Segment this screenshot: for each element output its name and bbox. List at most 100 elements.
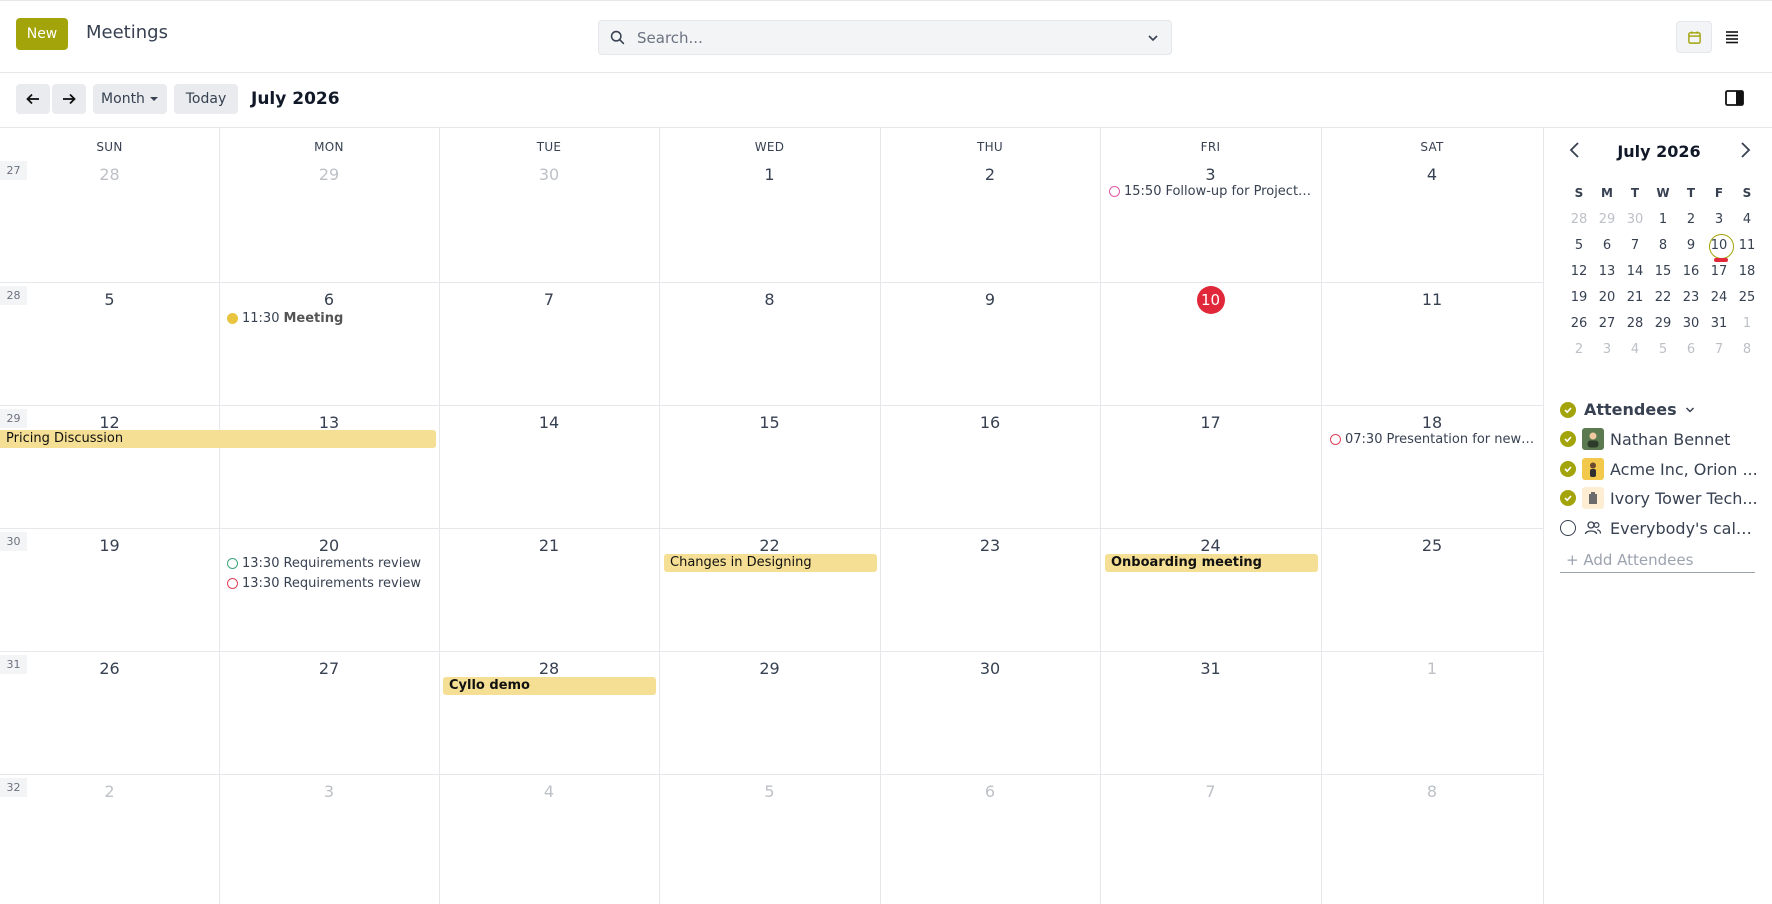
attendees-filter-header[interactable]: Attendees xyxy=(1560,400,1695,419)
mini-calendar-day[interactable]: 23 xyxy=(1677,290,1705,305)
day-number[interactable]: 1 xyxy=(1321,659,1543,678)
attendee-acme-inc[interactable]: Acme Inc, Orion ... xyxy=(1560,458,1760,480)
day-number[interactable]: 31 xyxy=(1100,659,1321,678)
day-number[interactable]: 5 xyxy=(659,782,880,801)
day-number[interactable]: 29 xyxy=(219,165,439,184)
mini-calendar-day[interactable]: 1 xyxy=(1649,212,1677,227)
day-number[interactable]: 22 xyxy=(659,536,880,555)
mini-calendar-day[interactable]: 3 xyxy=(1705,212,1733,227)
mini-calendar-day[interactable]: 22 xyxy=(1649,290,1677,305)
day-number[interactable]: 6 xyxy=(880,782,1100,801)
day-number[interactable]: 3 xyxy=(219,782,439,801)
calendar-view-button[interactable] xyxy=(1676,21,1712,53)
day-number[interactable]: 2 xyxy=(880,165,1100,184)
next-button[interactable] xyxy=(52,84,86,114)
mini-calendar-day[interactable]: 28 xyxy=(1565,212,1593,227)
mini-calendar-day[interactable]: 17 xyxy=(1705,264,1733,279)
mini-calendar-day[interactable]: 15 xyxy=(1649,264,1677,279)
mini-calendar-day[interactable]: 13 xyxy=(1593,264,1621,279)
day-number[interactable]: 24 xyxy=(1100,536,1321,555)
day-number[interactable]: 20 xyxy=(219,536,439,555)
mini-calendar-day[interactable]: 16 xyxy=(1677,264,1705,279)
day-number[interactable]: 28 xyxy=(439,659,659,678)
mini-calendar-prev-icon[interactable] xyxy=(1566,140,1584,160)
mini-calendar-day[interactable]: 14 xyxy=(1621,264,1649,279)
mini-calendar-day[interactable]: 27 xyxy=(1593,316,1621,331)
chevron-down-icon[interactable] xyxy=(1685,406,1695,414)
day-number[interactable]: 9 xyxy=(880,290,1100,309)
previous-button[interactable] xyxy=(16,84,50,114)
mini-calendar-day[interactable]: 29 xyxy=(1593,212,1621,227)
mini-calendar-day[interactable]: 26 xyxy=(1565,316,1593,331)
day-number[interactable]: 30 xyxy=(439,165,659,184)
search-input[interactable] xyxy=(637,21,1117,54)
day-number[interactable]: 21 xyxy=(439,536,659,555)
attendee-ivory-tower[interactable]: Ivory Tower Tech... xyxy=(1560,487,1760,509)
event-presentation[interactable]: 07:30 Presentation for new ... xyxy=(1330,432,1535,447)
check-icon[interactable] xyxy=(1560,461,1576,477)
day-number[interactable]: 17 xyxy=(1100,413,1321,432)
day-number[interactable]: 6 xyxy=(219,290,439,309)
mini-calendar-day[interactable]: 8 xyxy=(1733,342,1761,357)
day-number[interactable]: 4 xyxy=(439,782,659,801)
mini-calendar-day[interactable]: 12 xyxy=(1565,264,1593,279)
unchecked-circle-icon[interactable] xyxy=(1560,520,1576,536)
mini-calendar-day[interactable]: 3 xyxy=(1593,342,1621,357)
mini-calendar-day[interactable]: 2 xyxy=(1565,342,1593,357)
mini-calendar-day[interactable]: 6 xyxy=(1677,342,1705,357)
event-pricing-discussion[interactable]: Pricing Discussion xyxy=(0,430,436,448)
mini-calendar-day[interactable]: 4 xyxy=(1621,342,1649,357)
mini-calendar-day[interactable]: 30 xyxy=(1677,316,1705,331)
mini-calendar-day[interactable]: 7 xyxy=(1705,342,1733,357)
mini-calendar-day[interactable]: 4 xyxy=(1733,212,1761,227)
day-number[interactable]: 1 xyxy=(659,165,880,184)
mini-calendar-day[interactable]: 25 xyxy=(1733,290,1761,305)
mini-calendar-day[interactable]: 29 xyxy=(1649,316,1677,331)
event-requirements-review[interactable]: 13:30 Requirements review xyxy=(227,556,427,571)
event-meeting[interactable]: 11:30 Meeting xyxy=(227,311,427,326)
event-changes-in-designing[interactable]: Changes in Designing xyxy=(664,554,877,572)
today-button[interactable]: Today xyxy=(174,84,238,114)
mini-calendar-day[interactable]: 28 xyxy=(1621,316,1649,331)
list-view-button[interactable] xyxy=(1714,21,1750,53)
day-number[interactable]: 15 xyxy=(659,413,880,432)
mini-calendar-day[interactable]: 7 xyxy=(1621,238,1649,253)
event-cyllo-demo[interactable]: Cyllo demo xyxy=(443,677,656,695)
mini-calendar-next-icon[interactable] xyxy=(1736,140,1754,160)
day-number[interactable]: 30 xyxy=(880,659,1100,678)
mini-calendar-day[interactable]: 5 xyxy=(1649,342,1677,357)
day-number[interactable]: 11 xyxy=(1321,290,1543,309)
mini-calendar-day[interactable]: 9 xyxy=(1677,238,1705,253)
day-number[interactable]: 25 xyxy=(1321,536,1543,555)
day-number[interactable]: 7 xyxy=(439,290,659,309)
mini-calendar-day[interactable]: 2 xyxy=(1677,212,1705,227)
toggle-sidebar-icon[interactable] xyxy=(1724,88,1746,108)
search-bar[interactable] xyxy=(598,20,1172,55)
new-button[interactable]: New xyxy=(16,18,68,50)
check-icon[interactable] xyxy=(1560,401,1576,418)
mini-calendar-day[interactable]: 6 xyxy=(1593,238,1621,253)
day-number[interactable]: 19 xyxy=(0,536,219,555)
day-number[interactable]: 23 xyxy=(880,536,1100,555)
day-number[interactable]: 7 xyxy=(1100,782,1321,801)
mini-calendar-day[interactable]: 18 xyxy=(1733,264,1761,279)
chevron-down-icon[interactable] xyxy=(1147,33,1159,43)
event-follow-up[interactable]: 15:50 Follow-up for Project p... xyxy=(1109,184,1314,199)
day-number[interactable]: 16 xyxy=(880,413,1100,432)
mini-calendar-day[interactable]: 21 xyxy=(1621,290,1649,305)
mini-calendar-day[interactable]: 19 xyxy=(1565,290,1593,305)
day-number[interactable]: 14 xyxy=(439,413,659,432)
mini-calendar-day[interactable]: 11 xyxy=(1733,238,1761,253)
day-number[interactable]: 18 xyxy=(1321,413,1543,432)
event-requirements-review[interactable]: 13:30 Requirements review xyxy=(227,576,427,591)
check-icon[interactable] xyxy=(1560,490,1576,506)
scale-dropdown[interactable]: Month xyxy=(93,84,167,114)
mini-calendar-day[interactable]: 5 xyxy=(1565,238,1593,253)
day-number[interactable]: 2 xyxy=(0,782,219,801)
mini-calendar-day[interactable]: 1 xyxy=(1733,316,1761,331)
mini-calendar-day[interactable]: 24 xyxy=(1705,290,1733,305)
add-attendees-input[interactable]: + Add Attendees xyxy=(1560,551,1755,573)
today-indicator[interactable]: 10 xyxy=(1196,286,1225,314)
mini-calendar-day[interactable]: 8 xyxy=(1649,238,1677,253)
day-number[interactable]: 3 xyxy=(1100,165,1321,184)
